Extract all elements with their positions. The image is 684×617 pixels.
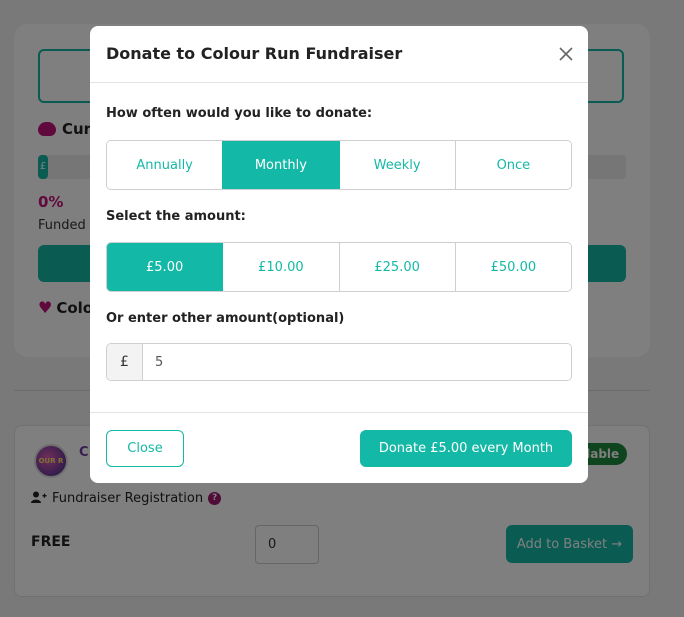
other-amount-group: £ <box>106 343 572 381</box>
modal-footer: Close Donate £5.00 every Month <box>90 412 588 483</box>
amount-prompt: Select the amount: <box>106 209 246 224</box>
amount-option-25[interactable]: £25.00 <box>338 243 455 291</box>
modal-header: Donate to Colour Run Fundraiser <box>90 26 588 83</box>
other-amount-prompt: Or enter other amount(optional) <box>106 311 345 326</box>
modal-title: Donate to Colour Run Fundraiser <box>106 44 403 63</box>
frequency-option-annually[interactable]: Annually <box>107 141 223 189</box>
frequency-selector: Annually Monthly Weekly Once <box>106 140 572 190</box>
close-button[interactable]: Close <box>106 430 184 467</box>
amount-selector: £5.00 £10.00 £25.00 £50.00 <box>106 242 572 292</box>
close-icon[interactable] <box>556 44 576 64</box>
donate-modal: Donate to Colour Run Fundraiser How ofte… <box>90 26 588 483</box>
frequency-option-once[interactable]: Once <box>454 141 571 189</box>
frequency-option-monthly[interactable]: Monthly <box>222 141 339 189</box>
amount-option-5[interactable]: £5.00 <box>107 243 223 291</box>
frequency-option-weekly[interactable]: Weekly <box>338 141 455 189</box>
currency-prefix: £ <box>107 344 143 380</box>
amount-option-10[interactable]: £10.00 <box>222 243 339 291</box>
donate-button[interactable]: Donate £5.00 every Month <box>360 430 572 467</box>
other-amount-input[interactable] <box>143 344 571 380</box>
amount-option-50[interactable]: £50.00 <box>454 243 571 291</box>
frequency-prompt: How often would you like to donate: <box>106 106 373 121</box>
